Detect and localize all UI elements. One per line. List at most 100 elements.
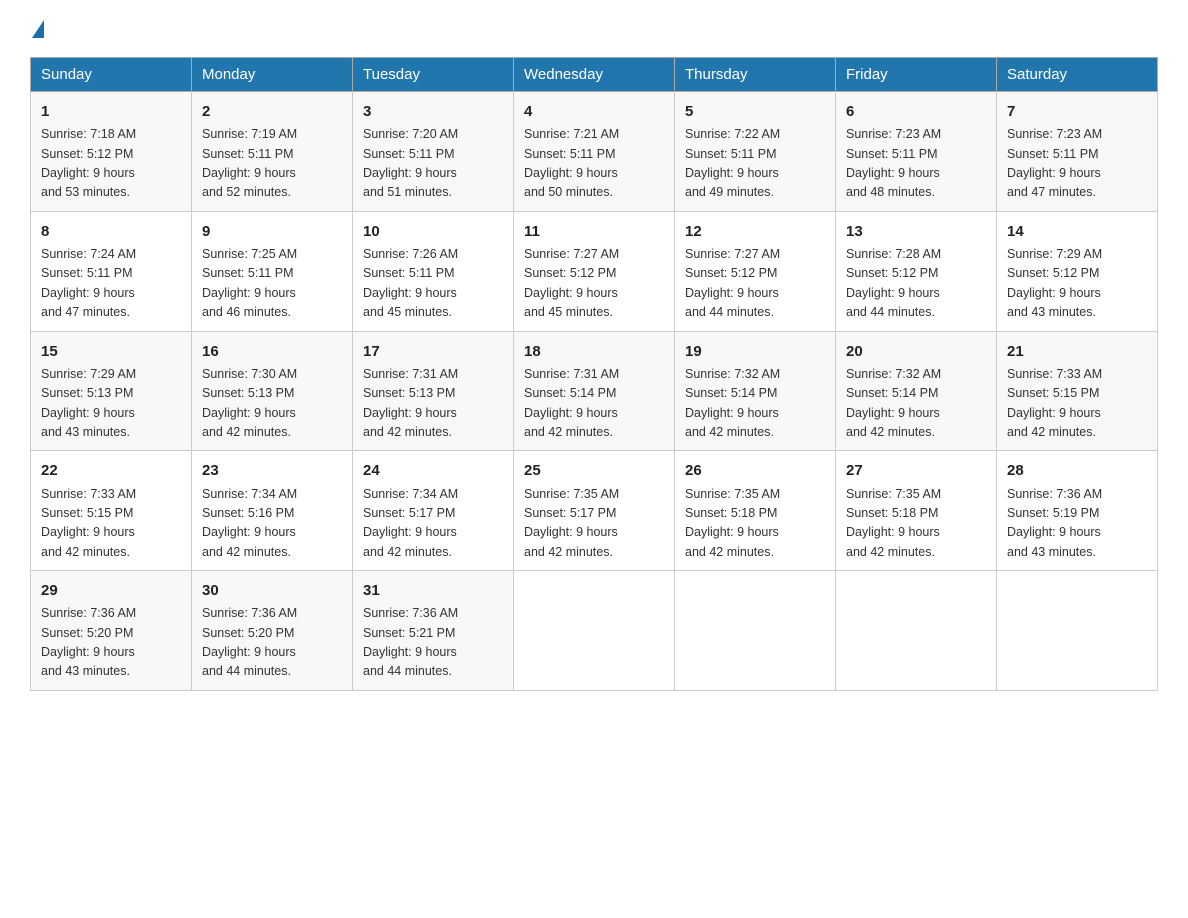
calendar-cell: 13Sunrise: 7:28 AMSunset: 5:12 PMDayligh… [836,211,997,331]
day-info: Sunrise: 7:28 AMSunset: 5:12 PMDaylight:… [846,245,986,323]
calendar-cell: 10Sunrise: 7:26 AMSunset: 5:11 PMDayligh… [353,211,514,331]
day-info: Sunrise: 7:25 AMSunset: 5:11 PMDaylight:… [202,245,342,323]
column-header-sunday: Sunday [31,58,192,92]
calendar-table: SundayMondayTuesdayWednesdayThursdayFrid… [30,57,1158,691]
day-info: Sunrise: 7:20 AMSunset: 5:11 PMDaylight:… [363,125,503,203]
day-number: 16 [202,340,342,363]
calendar-cell [997,571,1158,691]
day-number: 3 [363,100,503,123]
day-number: 12 [685,220,825,243]
day-number: 2 [202,100,342,123]
day-number: 29 [41,579,181,602]
calendar-week-row: 1Sunrise: 7:18 AMSunset: 5:12 PMDaylight… [31,92,1158,212]
day-number: 13 [846,220,986,243]
day-number: 26 [685,459,825,482]
calendar-cell: 14Sunrise: 7:29 AMSunset: 5:12 PMDayligh… [997,211,1158,331]
calendar-cell: 18Sunrise: 7:31 AMSunset: 5:14 PMDayligh… [514,331,675,451]
day-info: Sunrise: 7:30 AMSunset: 5:13 PMDaylight:… [202,365,342,443]
day-info: Sunrise: 7:36 AMSunset: 5:20 PMDaylight:… [202,604,342,682]
day-number: 8 [41,220,181,243]
day-info: Sunrise: 7:27 AMSunset: 5:12 PMDaylight:… [524,245,664,323]
column-header-friday: Friday [836,58,997,92]
calendar-header-row: SundayMondayTuesdayWednesdayThursdayFrid… [31,58,1158,92]
column-header-tuesday: Tuesday [353,58,514,92]
column-header-monday: Monday [192,58,353,92]
day-number: 30 [202,579,342,602]
day-number: 10 [363,220,503,243]
calendar-cell: 5Sunrise: 7:22 AMSunset: 5:11 PMDaylight… [675,92,836,212]
calendar-cell: 7Sunrise: 7:23 AMSunset: 5:11 PMDaylight… [997,92,1158,212]
day-info: Sunrise: 7:35 AMSunset: 5:17 PMDaylight:… [524,485,664,563]
day-number: 5 [685,100,825,123]
day-number: 20 [846,340,986,363]
logo-arrow-icon [32,20,44,38]
calendar-cell: 23 Sunrise: 7:34 AMSunset: 5:16 PMDayligh… [192,451,353,571]
calendar-cell: 31Sunrise: 7:36 AMSunset: 5:21 PMDayligh… [353,571,514,691]
day-info: Sunrise: 7:21 AMSunset: 5:11 PMDaylight:… [524,125,664,203]
calendar-week-row: 29Sunrise: 7:36 AMSunset: 5:20 PMDayligh… [31,571,1158,691]
calendar-cell: 25 Sunrise: 7:35 AMSunset: 5:17 PMDayligh… [514,451,675,571]
page-header [30,20,1158,39]
day-info: Sunrise: 7:32 AMSunset: 5:14 PMDaylight:… [685,365,825,443]
calendar-week-row: 8Sunrise: 7:24 AMSunset: 5:11 PMDaylight… [31,211,1158,331]
calendar-cell [675,571,836,691]
calendar-cell: 20Sunrise: 7:32 AMSunset: 5:14 PMDayligh… [836,331,997,451]
calendar-cell: 26 Sunrise: 7:35 AMSunset: 5:18 PMDayligh… [675,451,836,571]
day-number: 14 [1007,220,1147,243]
day-number: 6 [846,100,986,123]
day-number: 24 [363,459,503,482]
column-header-thursday: Thursday [675,58,836,92]
day-info: Sunrise: 7:36 AMSunset: 5:20 PMDaylight:… [41,604,181,682]
logo [30,20,44,39]
logo-blue-part [30,20,44,39]
day-info: Sunrise: 7:32 AMSunset: 5:14 PMDaylight:… [846,365,986,443]
calendar-cell: 11Sunrise: 7:27 AMSunset: 5:12 PMDayligh… [514,211,675,331]
calendar-cell: 24 Sunrise: 7:34 AMSunset: 5:17 PMDayligh… [353,451,514,571]
day-info: Sunrise: 7:34 AMSunset: 5:17 PMDaylight:… [363,485,503,563]
day-info: Sunrise: 7:29 AMSunset: 5:13 PMDaylight:… [41,365,181,443]
day-info: Sunrise: 7:18 AMSunset: 5:12 PMDaylight:… [41,125,181,203]
calendar-cell: 16Sunrise: 7:30 AMSunset: 5:13 PMDayligh… [192,331,353,451]
calendar-week-row: 15Sunrise: 7:29 AMSunset: 5:13 PMDayligh… [31,331,1158,451]
day-number: 17 [363,340,503,363]
day-number: 25 [524,459,664,482]
day-info: Sunrise: 7:29 AMSunset: 5:12 PMDaylight:… [1007,245,1147,323]
calendar-cell: 3Sunrise: 7:20 AMSunset: 5:11 PMDaylight… [353,92,514,212]
day-info: Sunrise: 7:22 AMSunset: 5:11 PMDaylight:… [685,125,825,203]
column-header-saturday: Saturday [997,58,1158,92]
day-info: Sunrise: 7:33 AMSunset: 5:15 PMDaylight:… [1007,365,1147,443]
calendar-cell: 4Sunrise: 7:21 AMSunset: 5:11 PMDaylight… [514,92,675,212]
calendar-cell: 12Sunrise: 7:27 AMSunset: 5:12 PMDayligh… [675,211,836,331]
day-info: Sunrise: 7:19 AMSunset: 5:11 PMDaylight:… [202,125,342,203]
day-info: Sunrise: 7:27 AMSunset: 5:12 PMDaylight:… [685,245,825,323]
day-number: 23 [202,459,342,482]
calendar-cell [836,571,997,691]
calendar-cell: 8Sunrise: 7:24 AMSunset: 5:11 PMDaylight… [31,211,192,331]
day-info: Sunrise: 7:33 AMSunset: 5:15 PMDaylight:… [41,485,181,563]
day-info: Sunrise: 7:35 AMSunset: 5:18 PMDaylight:… [846,485,986,563]
day-info: Sunrise: 7:23 AMSunset: 5:11 PMDaylight:… [1007,125,1147,203]
calendar-cell: 15Sunrise: 7:29 AMSunset: 5:13 PMDayligh… [31,331,192,451]
day-info: Sunrise: 7:23 AMSunset: 5:11 PMDaylight:… [846,125,986,203]
day-number: 9 [202,220,342,243]
column-header-wednesday: Wednesday [514,58,675,92]
day-info: Sunrise: 7:31 AMSunset: 5:14 PMDaylight:… [524,365,664,443]
calendar-cell: 21Sunrise: 7:33 AMSunset: 5:15 PMDayligh… [997,331,1158,451]
day-info: Sunrise: 7:36 AMSunset: 5:19 PMDaylight:… [1007,485,1147,563]
day-number: 1 [41,100,181,123]
day-number: 28 [1007,459,1147,482]
calendar-cell: 28 Sunrise: 7:36 AMSunset: 5:19 PMDayligh… [997,451,1158,571]
day-number: 19 [685,340,825,363]
calendar-week-row: 22Sunrise: 7:33 AMSunset: 5:15 PMDayligh… [31,451,1158,571]
calendar-cell: 17Sunrise: 7:31 AMSunset: 5:13 PMDayligh… [353,331,514,451]
calendar-cell: 30Sunrise: 7:36 AMSunset: 5:20 PMDayligh… [192,571,353,691]
day-number: 7 [1007,100,1147,123]
day-info: Sunrise: 7:35 AMSunset: 5:18 PMDaylight:… [685,485,825,563]
calendar-cell: 6Sunrise: 7:23 AMSunset: 5:11 PMDaylight… [836,92,997,212]
day-info: Sunrise: 7:34 AMSunset: 5:16 PMDaylight:… [202,485,342,563]
day-info: Sunrise: 7:26 AMSunset: 5:11 PMDaylight:… [363,245,503,323]
calendar-cell: 19Sunrise: 7:32 AMSunset: 5:14 PMDayligh… [675,331,836,451]
day-number: 21 [1007,340,1147,363]
day-number: 27 [846,459,986,482]
day-number: 4 [524,100,664,123]
